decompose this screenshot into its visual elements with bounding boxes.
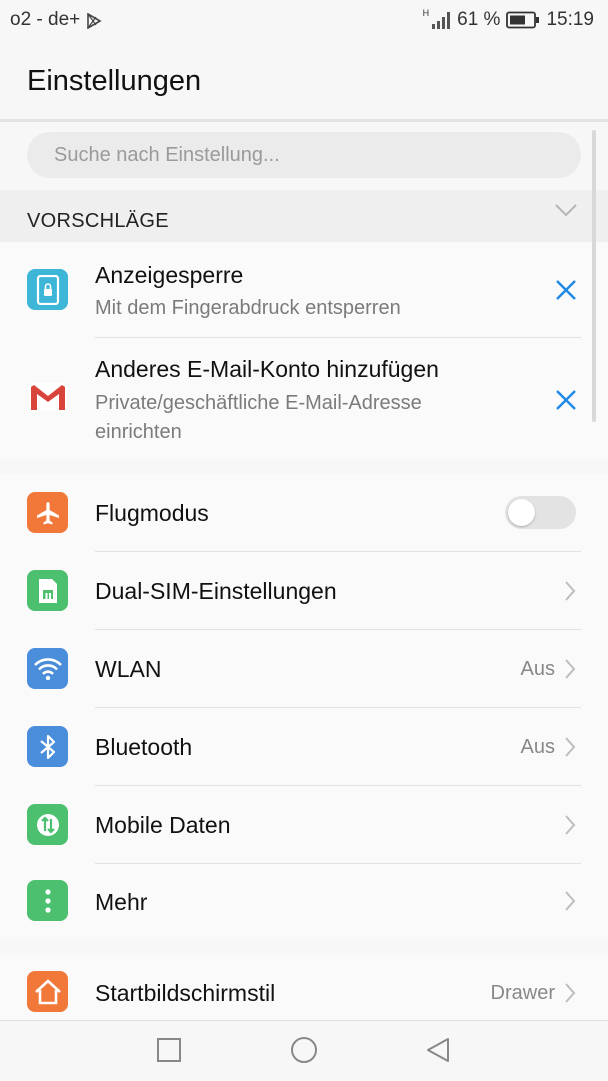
suggestion-subtitle: Mit dem Fingerabdruck entsperren: [95, 297, 401, 319]
navigation-bar: [0, 1020, 608, 1081]
status-bar: o2 - de+ H 61 % 15:19: [0, 0, 608, 44]
settings-item-mobile-data[interactable]: Mobile Daten: [0, 786, 608, 864]
suggestion-item-add-email[interactable]: Anderes E-Mail-Konto hinzufügen Private/…: [0, 338, 608, 460]
chevron-right-icon: [565, 659, 576, 679]
back-button[interactable]: [424, 1036, 452, 1064]
chevron-right-icon: [565, 737, 576, 757]
clock: 15:19: [546, 9, 594, 30]
screen-lock-icon: [27, 269, 68, 310]
gmail-icon: [27, 376, 68, 417]
carrier-name: o2 - de+: [10, 9, 81, 30]
home-icon: [27, 971, 68, 1012]
app-bar: Einstellungen: [0, 44, 608, 122]
close-icon[interactable]: [555, 279, 577, 301]
recents-button[interactable]: [155, 1036, 183, 1064]
play-store-notification-icon: [87, 13, 102, 29]
suggestions-list: Anzeigesperre Mit dem Fingerabdruck ents…: [0, 242, 608, 460]
settings-item-label: Startbildschirmstil: [95, 980, 276, 1006]
page-title: Einstellungen: [27, 65, 202, 97]
battery-percentage: 61 %: [457, 9, 501, 30]
sim-card-icon: [27, 570, 68, 611]
launcher-section: Startbildschirmstil Drawer: [0, 953, 608, 1020]
settings-item-bluetooth[interactable]: Bluetooth Aus: [0, 708, 608, 786]
chevron-right-icon: [565, 891, 576, 911]
suggestion-title: Anderes E-Mail-Konto hinzufügen: [95, 356, 439, 382]
settings-item-wlan[interactable]: WLAN Aus: [0, 630, 608, 708]
chevron-down-icon[interactable]: [554, 202, 578, 218]
chevron-right-icon: [565, 983, 576, 1003]
settings-item-label: Mehr: [95, 889, 148, 915]
chevron-right-icon: [565, 815, 576, 835]
home-button[interactable]: [288, 1036, 320, 1068]
airplane-icon: [27, 492, 68, 533]
settings-item-more[interactable]: Mehr: [0, 864, 608, 939]
wifi-icon: [27, 648, 68, 689]
settings-list: Flugmodus Dual-SIM-Einstellungen WLAN Au…: [0, 474, 608, 939]
settings-item-label: Dual-SIM-Einstellungen: [95, 578, 337, 604]
battery-icon: [506, 11, 540, 29]
wlan-status: Aus: [520, 658, 555, 680]
mobile-data-icon: [27, 804, 68, 845]
search-bar[interactable]: [27, 132, 581, 178]
search-input[interactable]: [54, 142, 554, 168]
signal-icon: [432, 12, 451, 29]
home-style-value: Drawer: [490, 982, 555, 1004]
suggestions-title: VORSCHLÄGE: [27, 210, 169, 232]
close-icon[interactable]: [555, 389, 577, 411]
suggestion-item-screen-lock[interactable]: Anzeigesperre Mit dem Fingerabdruck ents…: [0, 242, 608, 337]
chevron-right-icon: [565, 581, 576, 601]
suggestions-header[interactable]: VORSCHLÄGE: [0, 190, 608, 242]
settings-item-label: Flugmodus: [95, 500, 209, 526]
bluetooth-status: Aus: [520, 736, 555, 758]
settings-item-label: WLAN: [95, 656, 162, 682]
more-icon: [27, 880, 68, 921]
settings-item-label: Mobile Daten: [95, 812, 231, 838]
suggestion-subtitle-line2: einrichten: [95, 421, 182, 443]
bluetooth-icon: [27, 726, 68, 767]
airplane-mode-toggle[interactable]: [505, 496, 576, 529]
settings-item-dual-sim[interactable]: Dual-SIM-Einstellungen: [0, 552, 608, 630]
network-type: H: [422, 8, 430, 18]
settings-item-airplane-mode[interactable]: Flugmodus: [0, 474, 608, 552]
settings-item-label: Bluetooth: [95, 734, 193, 760]
suggestion-title: Anzeigesperre: [95, 262, 244, 288]
suggestion-subtitle-line1: Private/geschäftliche E-Mail-Adresse: [95, 392, 422, 414]
settings-item-home-style[interactable]: Startbildschirmstil Drawer: [0, 953, 608, 1020]
scrollbar[interactable]: [592, 130, 596, 422]
